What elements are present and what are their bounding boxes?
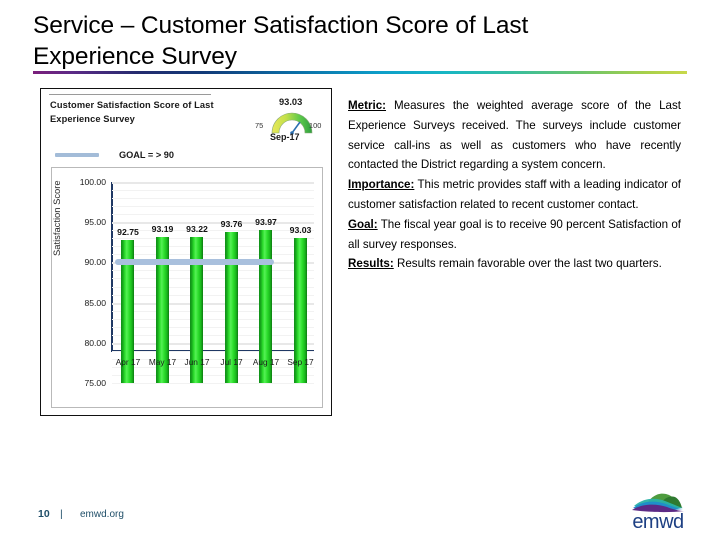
- emwd-logo-mark-icon: [632, 493, 684, 513]
- chart-gridline-minor: [112, 294, 314, 296]
- chart-bar-value-label: 93.76: [220, 219, 243, 230]
- footer-website: emwd.org: [80, 509, 124, 520]
- chart-gridline-minor: [112, 318, 314, 320]
- chart-gridline-minor: [112, 198, 314, 200]
- chart-bar-value-label: 93.19: [151, 223, 174, 234]
- gauge-min-label: 75: [255, 121, 264, 130]
- footer-page-number: 10: [38, 508, 50, 520]
- chart-gridline: [112, 182, 314, 184]
- y-axis-tick-label: 100.00: [79, 177, 106, 187]
- chart-gridline-minor: [112, 286, 314, 288]
- chart-title: Customer Satisfaction Score of Last Expe…: [50, 100, 214, 124]
- chart-gridline-minor: [112, 326, 314, 328]
- chart-card: Customer Satisfaction Score of Last Expe…: [40, 88, 332, 416]
- description-paragraph-lead: Importance:: [348, 178, 415, 192]
- chart-gridline-minor: [112, 214, 314, 216]
- chart-gridline-minor: [112, 270, 314, 272]
- chart-gridline-minor: [112, 334, 314, 336]
- emwd-logo: emwd: [625, 491, 691, 533]
- chart-gridline: [112, 302, 314, 305]
- description-paragraph-lead: Results:: [348, 257, 394, 271]
- chart-bar-value-label: 93.22: [186, 223, 208, 234]
- chart-gridline-minor: [112, 246, 314, 248]
- description-paragraph: Results: Results remain favorable over t…: [348, 254, 681, 274]
- legend-goal-label: GOAL = > 90: [119, 150, 174, 160]
- chart-bar-value-label: 92.75: [117, 227, 139, 238]
- description-paragraph: Importance: This metric provides staff w…: [348, 175, 681, 215]
- chart-gridline-minor: [112, 310, 314, 312]
- chart-legend: GOAL = > 90: [55, 150, 174, 160]
- description-paragraph: Metric: Measures the weighted average sc…: [348, 96, 681, 175]
- description-paragraph-text: The fiscal year goal is to receive 90 pe…: [348, 217, 681, 251]
- chart-gridline-minor: [112, 190, 314, 192]
- gauge-widget: 93.03 75 100 Sep-17: [253, 97, 331, 155]
- chart-gridline-minor: [112, 383, 314, 384]
- description-paragraph-text: Results remain favorable over the last t…: [393, 257, 662, 271]
- chart-plot-area: Satisfaction Score 100.00 95.00 90.00 85.00…: [51, 168, 322, 407]
- chart-gridline-minor: [112, 238, 314, 240]
- footer-separator: |: [60, 508, 63, 520]
- chart-gridline-minor: [112, 254, 314, 256]
- gauge-max-label: 100: [309, 121, 322, 130]
- y-axis-tick-label: 85.00: [84, 297, 106, 308]
- description-paragraph-lead: Metric:: [348, 99, 387, 112]
- description-paragraph-lead: Goal:: [348, 217, 378, 231]
- chart-goal-reference-line: [115, 259, 274, 266]
- y-axis-tick-label: 90.00: [84, 257, 106, 268]
- chart-plot-frame: Satisfaction Score 100.00 95.00 90.00 85.00…: [51, 167, 323, 408]
- chart-gridline-minor: [112, 350, 314, 352]
- y-axis-tick-label: 80.00: [84, 337, 106, 348]
- description-paragraph: Goal: The fiscal year goal is to receive…: [348, 215, 681, 255]
- chart-gridline-minor: [112, 366, 314, 368]
- chart-header-divider: [49, 94, 211, 95]
- page-title: Service – Customer Satisfaction Score of…: [33, 12, 529, 70]
- x-axis-tick-label: Sep 17: [287, 357, 314, 367]
- gauge-value: 93.03: [279, 97, 303, 107]
- chart-gridline-minor: [112, 206, 314, 208]
- legend-goal-swatch: [55, 153, 99, 157]
- chart-bar-value-label: 93.97: [255, 217, 277, 228]
- chart-bar-value-label: 93.03: [289, 225, 312, 236]
- chart-gridline-minor: [112, 278, 314, 280]
- y-axis-line: [111, 182, 113, 351]
- y-axis-tick-label: 95.00: [84, 217, 106, 228]
- y-axis-title: Satisfaction Score: [51, 180, 62, 256]
- title-accent-rule: [33, 71, 687, 74]
- emwd-wordmark: emwd: [632, 511, 684, 533]
- chart-gridline-minor: [112, 374, 314, 376]
- description-paragraph-text: Measures the weighted average score of t…: [348, 99, 681, 172]
- gauge-period-label: Sep-17: [270, 132, 300, 142]
- chart-gridline: [112, 342, 314, 345]
- description-text-block: Metric: Measures the weighted average sc…: [348, 96, 681, 274]
- y-axis-tick-label: 75.00: [84, 378, 106, 388]
